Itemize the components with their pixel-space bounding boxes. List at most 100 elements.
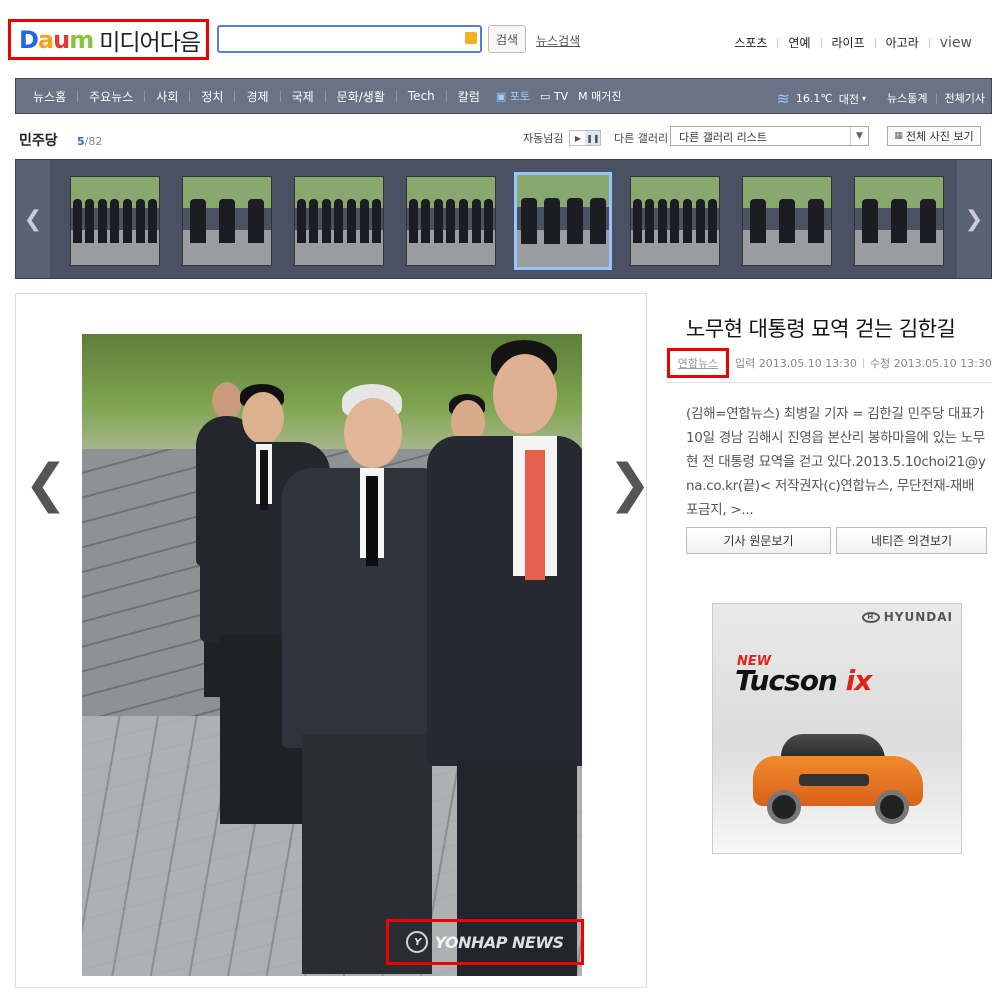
thumbnail-person <box>359 199 369 243</box>
nav-news-stats[interactable]: 뉴스통계 <box>887 90 927 106</box>
daum-logo[interactable]: Daum 미디어다음 <box>8 19 209 60</box>
chevron-down-icon: ▾ <box>861 94 866 103</box>
nav-photo[interactable]: ▣ 포토 <box>491 88 535 104</box>
chevron-down-icon: ▼ <box>850 127 868 145</box>
nav-tv[interactable]: ▭ TV <box>535 90 573 103</box>
all-photos-button[interactable]: ▦ 전체 사진 보기 <box>887 126 981 146</box>
news-search-link[interactable]: 뉴스검색 <box>536 32 580 49</box>
nav-main-news[interactable]: 주요뉴스 <box>78 88 144 105</box>
nav-tech[interactable]: Tech <box>397 89 446 103</box>
nav-economy[interactable]: 경제 <box>235 88 279 105</box>
article-edit-time: 수정 2013.05.10 13:30 <box>869 357 992 370</box>
pause-icon[interactable]: ❚❚ <box>585 131 601 145</box>
nav-international[interactable]: 국제 <box>281 88 325 105</box>
thumbnail-figures <box>407 199 495 243</box>
nav-society[interactable]: 사회 <box>145 88 189 105</box>
next-photo-arrow-icon[interactable]: ❯ <box>608 454 652 514</box>
thumbnail-person <box>97 199 107 243</box>
gallery-thumbnail[interactable] <box>630 176 720 266</box>
ad-model-name: Tucson ix <box>735 664 872 697</box>
thumbnail-person <box>920 199 937 243</box>
nav-politics[interactable]: 정치 <box>190 88 234 105</box>
photo-person-head <box>344 398 402 468</box>
autoplay-buttons: ▶ ❚❚ <box>569 130 602 146</box>
play-icon[interactable]: ▶ <box>570 131 585 145</box>
yonhap-logo-icon: Y <box>406 931 429 953</box>
search-dropdown-icon[interactable] <box>465 32 477 44</box>
article-source-link[interactable]: 연합뉴스 <box>667 348 729 378</box>
nav-all-articles[interactable]: 전체기사 <box>945 90 985 106</box>
thumbnail-person <box>85 199 95 243</box>
gallery-thumbnail[interactable] <box>406 176 496 266</box>
gallery-title: 민주당 <box>19 133 58 149</box>
divider <box>935 92 937 104</box>
thumbnail-person <box>123 199 133 243</box>
photo-person <box>427 340 582 976</box>
nav-photo-label: 포토 <box>509 90 531 103</box>
search-button[interactable]: 검색 <box>488 25 526 53</box>
divider <box>667 382 992 383</box>
other-gallery-select[interactable]: 다른 갤러리 리스트 ▼ <box>670 126 869 146</box>
thumbnail-person <box>321 199 331 243</box>
nav-culture[interactable]: 문화/생활 <box>326 88 396 105</box>
view-comments-button[interactable]: 네티즌 의견보기 <box>836 527 987 554</box>
top-menu-life[interactable]: 라이프 <box>822 34 875 51</box>
thumbnail-person <box>520 198 537 244</box>
top-menu-sports[interactable]: 스포츠 <box>724 34 777 51</box>
thumbnail-person <box>670 199 680 243</box>
weather-icon: ≋ <box>776 89 790 108</box>
ad-brand: H HYUNDAI <box>861 610 953 624</box>
thumbnail-person <box>645 199 655 243</box>
strip-next-arrow-icon[interactable]: ❯ <box>957 160 991 278</box>
thumbnail-person <box>433 199 443 243</box>
nav-news-home[interactable]: 뉴스홈 <box>22 88 77 105</box>
weather-city: 대전 <box>838 92 859 106</box>
nav-column[interactable]: 칼럼 <box>447 88 491 105</box>
thumbnail-person <box>459 199 469 243</box>
thumbnail-person <box>708 199 718 243</box>
nav-tv-label: TV <box>553 89 569 103</box>
gallery-thumbnail[interactable] <box>854 176 944 266</box>
thumbnail-person <box>421 199 431 243</box>
thumbnail-figures <box>855 199 943 243</box>
daum-wordmark: Daum <box>19 25 94 54</box>
top-menu-entertainment[interactable]: 연예 <box>778 34 820 51</box>
magazine-icon: M <box>578 90 592 103</box>
thumbnail-person <box>589 198 606 244</box>
article-headline: 노무현 대통령 묘역 걷는 김한길 <box>686 317 956 341</box>
prev-photo-arrow-icon[interactable]: ❮ <box>24 454 68 514</box>
nav-magazine[interactable]: M 매거진 <box>573 88 626 104</box>
thumbnail-person <box>309 199 319 243</box>
thumbnail-person <box>408 199 418 243</box>
thumbnail-person <box>778 199 795 243</box>
thumbnail-person <box>189 199 206 243</box>
grid-icon: ▦ <box>894 131 903 141</box>
gallery-thumbnail[interactable] <box>70 176 160 266</box>
strip-prev-arrow-icon[interactable]: ❮ <box>16 160 50 278</box>
gallery-current: 5 <box>77 135 85 148</box>
news-nav-bar: 뉴스홈 주요뉴스 사회 정치 경제 국제 문화/생활 Tech 칼럼 ▣ 포토 … <box>15 78 992 114</box>
thumbnail-person <box>632 199 642 243</box>
thumbnail-figures <box>295 199 383 243</box>
thumbnail-person <box>543 198 560 244</box>
gallery-thumbnail[interactable] <box>182 176 272 266</box>
other-gallery-select-value: 다른 갤러리 리스트 <box>679 131 767 144</box>
top-menu-agora[interactable]: 아고라 <box>876 34 929 51</box>
view-original-button[interactable]: 기사 원문보기 <box>686 527 831 554</box>
photo-person-tie <box>260 450 268 510</box>
gallery-thumbnail[interactable] <box>742 176 832 266</box>
top-menu-view[interactable]: view <box>930 35 982 51</box>
hyundai-tucson-ad[interactable]: H HYUNDAI NEW Tucson ix <box>712 603 962 854</box>
search-input[interactable] <box>217 25 482 53</box>
car-image <box>753 734 923 824</box>
photo-person-head <box>242 392 284 444</box>
weather-widget[interactable]: ≋ 16.1℃ 대전 ▾ <box>776 89 866 108</box>
gallery-total: /82 <box>84 135 103 148</box>
photo-person-body <box>427 436 582 766</box>
autoplay-control: 자동넘김 ▶ ❚❚ <box>523 130 602 146</box>
gallery-thumbnail[interactable] <box>514 172 612 270</box>
thumbnail-person <box>484 199 494 243</box>
gallery-thumbnail[interactable] <box>294 176 384 266</box>
thumbnail-strip: ❮ ❯ <box>15 159 992 279</box>
thumbnail-person <box>566 198 583 244</box>
